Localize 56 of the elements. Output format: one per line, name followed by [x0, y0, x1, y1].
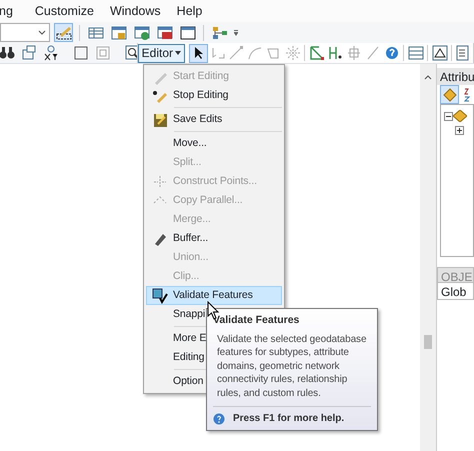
table-icon: [88, 24, 104, 40]
menu-item[interactable]: Help: [176, 0, 202, 22]
menu-item[interactable]: Move...: [146, 134, 282, 153]
menu-item[interactable]: Customize: [34, 0, 94, 22]
tooltip-text: Validate the selected geodatabase features for subtypes, attribute domains, geometric network connectivity rules, relationship rules, and custom rules.: [216, 332, 368, 401]
expander-icon[interactable]: [444, 112, 453, 120]
menu-item[interactable]: Windows: [110, 0, 161, 22]
tree-icon: [212, 24, 228, 40]
table-button[interactable]: [406, 44, 426, 62]
scroll-thumb[interactable]: [424, 335, 432, 349]
help-hint: Press F1 for more help.: [233, 412, 344, 426]
frame-icon: [73, 44, 89, 60]
list-by-layer-button[interactable]: [440, 85, 459, 104]
xy-icon: [43, 44, 59, 60]
window-icon: [156, 24, 172, 40]
pencil-icon: [56, 24, 72, 40]
expander-icon[interactable]: [455, 126, 464, 134]
cross-icon: [346, 45, 362, 61]
window-icon: [110, 24, 126, 40]
points-icon: [152, 174, 168, 190]
menu-item[interactable]: Validate Features: [146, 286, 282, 305]
toolbar-grip-icon: [233, 30, 239, 36]
table-header: OBJE: [437, 267, 474, 283]
editor-menu-button[interactable]: Editor: [138, 44, 185, 62]
scrollbar[interactable]: [420, 64, 436, 451]
pointer-button[interactable]: [189, 44, 208, 62]
menu-item[interactable]: Stop Editing: [146, 86, 282, 105]
table-cell: Glob: [437, 283, 474, 300]
xy-button[interactable]: [42, 43, 60, 62]
layer-icon: [453, 110, 467, 122]
caret-icon: [38, 30, 46, 35]
star-icon: [284, 45, 301, 61]
topology-icon: [327, 45, 344, 61]
caret-icon: [175, 51, 181, 55]
topology-icon: [308, 45, 325, 61]
save-icon: [152, 112, 168, 128]
menu-item[interactable]: Save Edits: [146, 110, 282, 129]
curve-icon: [247, 45, 263, 61]
panel-title: Attribu: [437, 68, 474, 85]
triangle-button[interactable]: [430, 44, 450, 62]
layers-button[interactable]: [20, 43, 38, 62]
slash-icon: [365, 45, 382, 61]
sort-icon: [463, 88, 473, 102]
window-icon: [180, 24, 196, 40]
scroll-up-icon[interactable]: [424, 75, 432, 80]
window-icon: [134, 24, 150, 40]
check-icon: [152, 288, 168, 304]
help-icon: [213, 412, 225, 425]
pencil-button[interactable]: [54, 23, 73, 42]
menu-item[interactable]: ng: [0, 0, 13, 22]
dropdown-field[interactable]: [0, 23, 50, 42]
menu-item[interactable]: Buffer...: [146, 229, 282, 248]
binoculars-icon: [0, 44, 15, 60]
line-icon: [228, 45, 244, 61]
tooltip-title: Validate Features: [213, 313, 300, 328]
zoom-button[interactable]: [124, 43, 137, 62]
